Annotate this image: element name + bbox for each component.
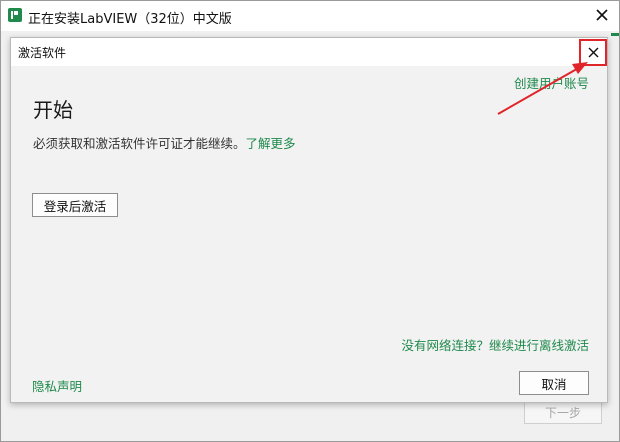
next-button[interactable]: 下一步 — [524, 400, 602, 424]
close-icon — [596, 9, 608, 21]
labview-logo-icon — [8, 8, 22, 22]
cancel-button[interactable]: 取消 — [519, 371, 589, 395]
installer-titlebar: 正在安装LabVIEW（32位）中文版 — [1, 1, 619, 31]
page-heading: 开始 — [33, 98, 73, 122]
installer-title: 正在安装LabVIEW（32位）中文版 — [28, 12, 232, 27]
dialog-titlebar: 激活软件 — [11, 38, 607, 66]
dialog-title: 激活软件 — [18, 46, 67, 60]
privacy-link[interactable]: 隐私声明 — [32, 376, 82, 395]
step-progress-indicator — [611, 33, 619, 36]
close-icon — [588, 47, 598, 57]
description-body: 必须获取和激活软件许可证才能继续。 — [33, 136, 246, 151]
activation-dialog: 激活软件 创建用户账号 开始 必须获取和激活软件许可证才能继续。了解更多 登录后… — [10, 37, 608, 403]
learn-more-link[interactable]: 了解更多 — [246, 136, 296, 151]
create-account-link[interactable]: 创建用户账号 — [514, 73, 589, 92]
offline-activation-link[interactable]: 没有网络连接？继续进行离线激活 — [401, 335, 589, 354]
installer-close-button[interactable] — [591, 4, 613, 26]
description-text: 必须获取和激活软件许可证才能继续。了解更多 — [33, 133, 296, 152]
dialog-footer — [11, 360, 607, 402]
login-activate-button[interactable]: 登录后激活 — [32, 193, 118, 217]
dialog-close-button[interactable] — [583, 42, 603, 62]
